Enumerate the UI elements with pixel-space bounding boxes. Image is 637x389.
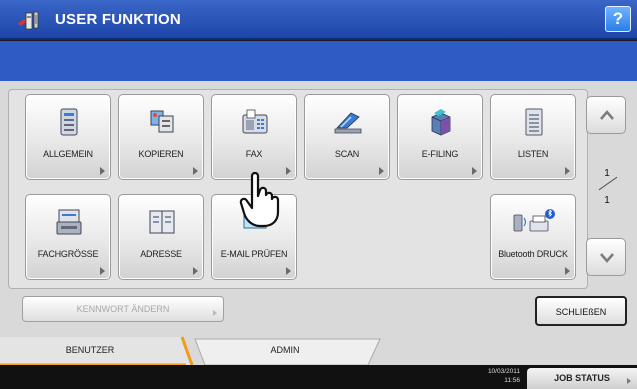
close-label: SCHLIEßEN — [555, 307, 607, 317]
page-total: 1 — [604, 195, 610, 206]
chevron-down-icon — [600, 253, 614, 263]
triangle-right-icon — [286, 267, 291, 275]
tile-label: FAX — [245, 149, 263, 159]
tile-allgemein[interactable]: ALLGEMEIN — [25, 94, 111, 180]
tile-adresse[interactable]: ADRESSE — [118, 194, 204, 280]
tab-benutzer[interactable]: BENUTZER — [0, 337, 180, 365]
tile-label: FACHGRÖSSE — [37, 249, 99, 259]
help-button[interactable]: ? — [605, 6, 631, 32]
scroll-up-button[interactable] — [586, 96, 626, 134]
triangle-right-icon — [565, 267, 570, 275]
hand-pointer-icon — [239, 171, 280, 228]
tile-label: E-MAIL PRÜFEN — [220, 249, 288, 259]
paper-tray-icon — [56, 209, 82, 235]
copier-icon — [150, 110, 174, 133]
triangle-right-icon — [100, 267, 105, 275]
tile-bluetooth-druck[interactable]: Bluetooth DRUCK — [490, 194, 576, 280]
message-band — [0, 41, 637, 81]
chevron-up-icon — [600, 110, 614, 120]
scroll-down-button[interactable] — [586, 238, 626, 276]
fax-icon — [242, 109, 268, 134]
status-time: 11:56 — [504, 377, 520, 384]
tile-label: Bluetooth DRUCK — [498, 249, 568, 259]
close-button[interactable]: SCHLIEßEN — [535, 296, 627, 326]
triangle-right-icon — [193, 167, 198, 175]
triangle-right-icon — [565, 167, 570, 175]
tile-label: SCAN — [334, 149, 360, 159]
status-datetime: 10/03/2011 11:56 — [480, 367, 520, 385]
page-title: USER FUNKTION — [55, 11, 181, 28]
title-bar: USER FUNKTION ? — [0, 0, 637, 40]
tile-kopieren[interactable]: KOPIEREN — [118, 94, 204, 180]
change-password-button[interactable]: KENNWORT ÄNDERN — [22, 296, 224, 322]
change-password-label: KENNWORT ÄNDERN — [76, 304, 170, 314]
tile-label: LISTEN — [517, 149, 549, 159]
user-function-icon — [18, 11, 39, 30]
tile-scan[interactable]: SCAN — [304, 94, 390, 180]
efiling-box-icon — [431, 109, 451, 136]
triangle-right-icon — [100, 167, 105, 175]
list-doc-icon — [525, 108, 543, 136]
tile-label: ADRESSE — [140, 249, 182, 259]
triangle-right-icon — [472, 167, 477, 175]
tile-label: KOPIEREN — [138, 149, 184, 159]
triangle-right-icon — [379, 167, 384, 175]
bluetooth-print-icon — [513, 209, 555, 232]
tile-label: ALLGEMEIN — [43, 149, 93, 159]
tile-fachgroesse[interactable]: FACHGRÖSSE — [25, 194, 111, 280]
scanner-icon — [334, 112, 362, 134]
job-status-label: JOB STATUS — [554, 373, 610, 383]
job-status-button[interactable]: JOB STATUS — [527, 368, 637, 389]
triangle-right-icon — [213, 310, 217, 316]
tab-admin[interactable]: ADMIN — [200, 337, 370, 365]
address-book-icon — [149, 210, 175, 234]
triangle-right-icon — [627, 378, 631, 384]
user-function-screen: USER FUNKTION ? ALLGEMEIN KOPIEREN FAX S… — [0, 0, 637, 389]
status-date: 10/03/2011 — [487, 368, 520, 375]
tile-label: E-FILING — [421, 149, 459, 159]
tile-listen[interactable]: LISTEN — [490, 94, 576, 180]
settings-doc-icon — [60, 108, 78, 136]
tile-efiling[interactable]: E-FILING — [397, 94, 483, 180]
triangle-right-icon — [193, 267, 198, 275]
